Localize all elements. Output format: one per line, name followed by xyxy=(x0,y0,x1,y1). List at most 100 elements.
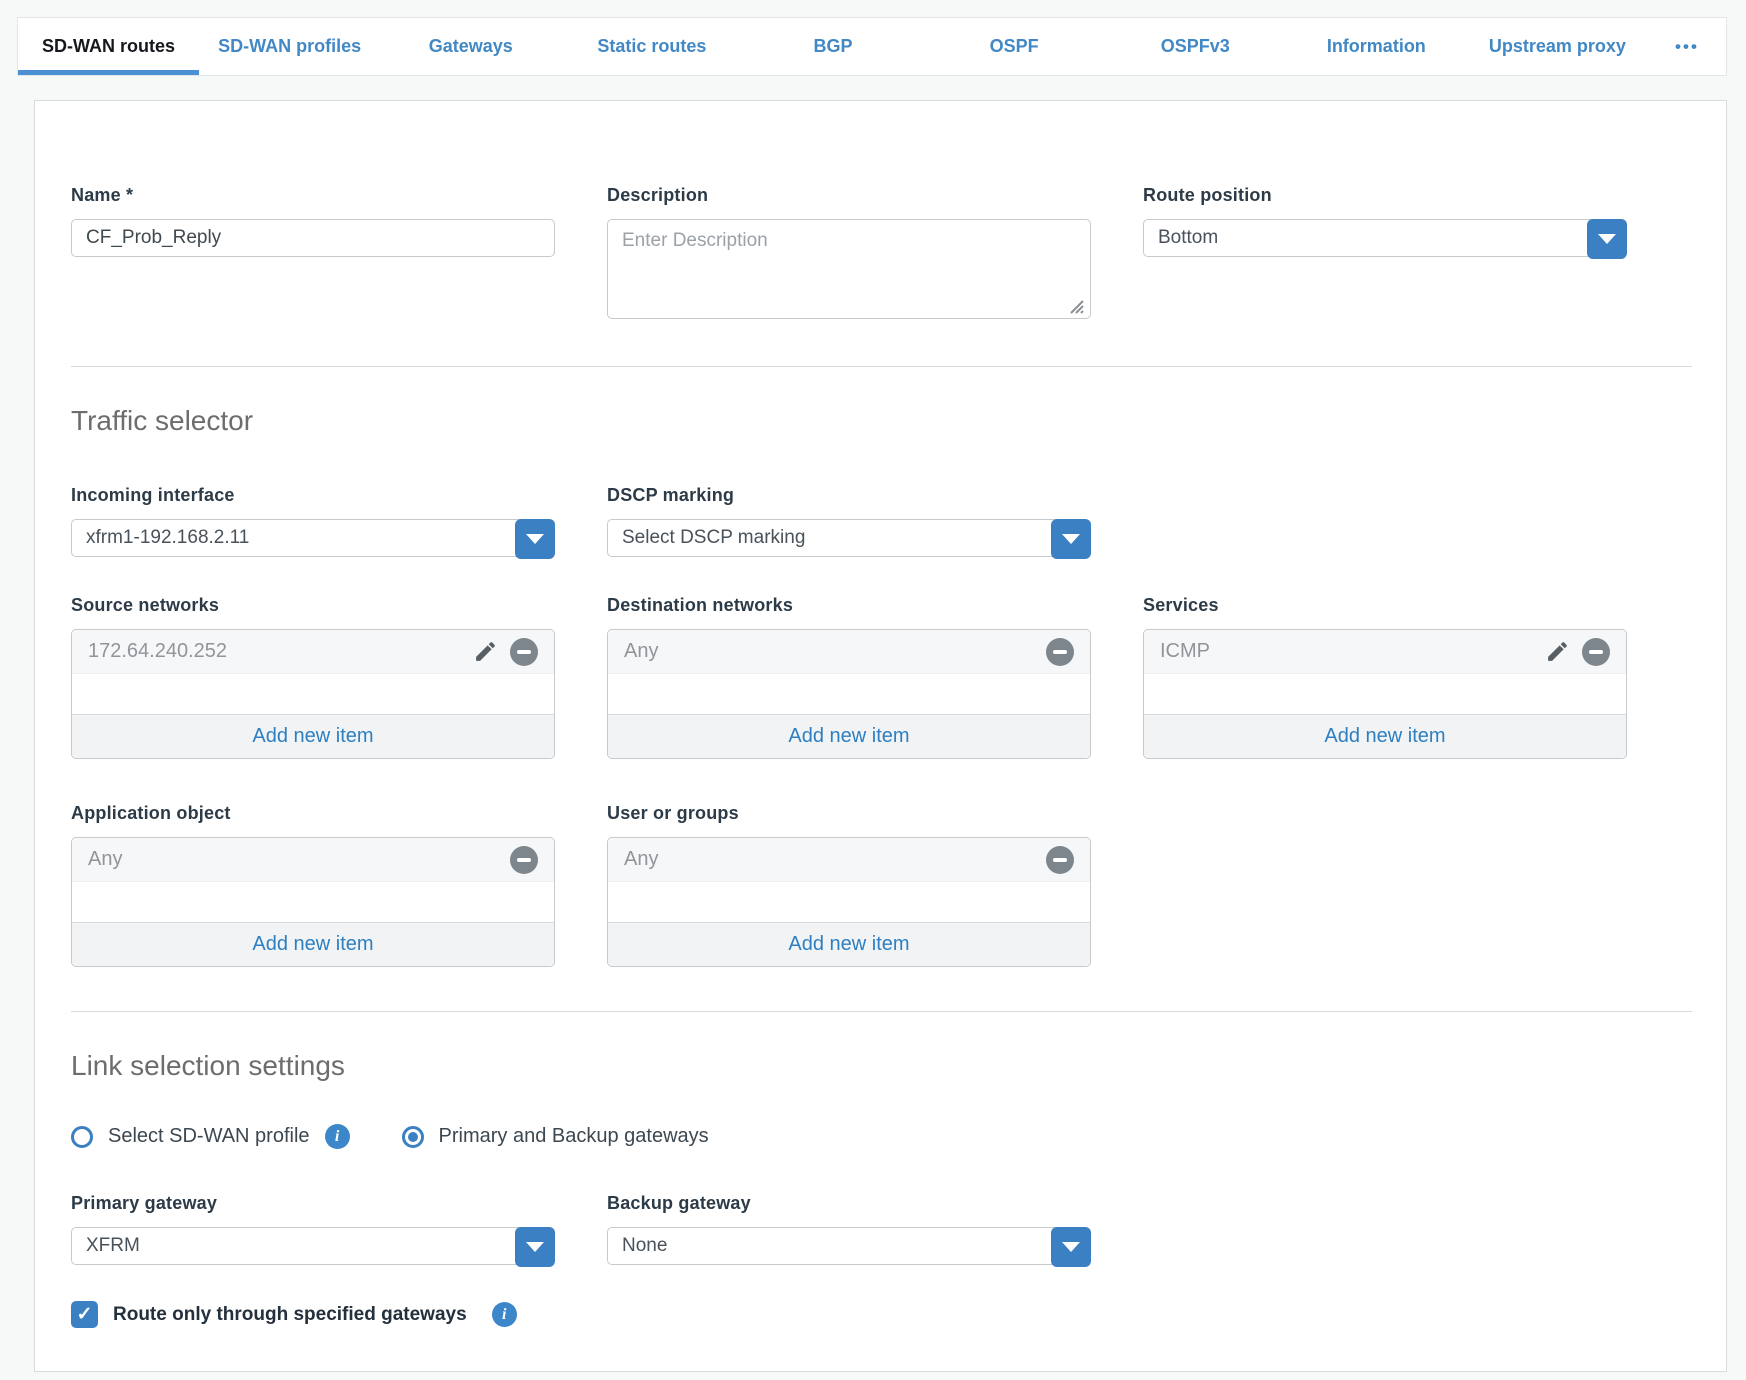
primary-gateway-label: Primary gateway xyxy=(71,1193,555,1214)
services-label: Services xyxy=(1143,595,1627,616)
backup-gateway-select[interactable]: None xyxy=(607,1227,1091,1265)
dscp-marking-field-group: DSCP marking Select DSCP marking xyxy=(607,485,1091,557)
radio-label[interactable]: Select SD-WAN profile xyxy=(108,1125,310,1148)
route-position-label: Route position xyxy=(1143,185,1627,206)
add-new-item-button[interactable]: Add new item xyxy=(608,922,1090,966)
tab-sdwan-profiles[interactable]: SD-WAN profiles xyxy=(199,18,380,75)
checkbox-route-only-gateways[interactable]: ✓ xyxy=(71,1301,98,1328)
list-empty-space xyxy=(72,882,554,922)
destination-networks-box: Any Add new item xyxy=(607,629,1091,759)
application-object-box: Any Add new item xyxy=(71,837,555,967)
tab-static-routes[interactable]: Static routes xyxy=(561,18,742,75)
backup-gateway-value: None xyxy=(622,1235,667,1257)
remove-icon[interactable] xyxy=(1046,638,1074,666)
tab-upstream-proxy[interactable]: Upstream proxy xyxy=(1467,18,1648,75)
sdwan-route-editor-page: SD-WAN routes SD-WAN profiles Gateways S… xyxy=(0,0,1746,1380)
name-label: Name * xyxy=(71,185,555,206)
radio-select-sdwan-profile[interactable]: Select SD-WAN profile i xyxy=(71,1124,350,1149)
backup-gateway-label: Backup gateway xyxy=(607,1193,1091,1214)
add-new-item-button[interactable]: Add new item xyxy=(72,714,554,758)
chevron-down-icon[interactable] xyxy=(515,1227,555,1267)
list-empty-space xyxy=(608,674,1090,714)
tab-information[interactable]: Information xyxy=(1286,18,1467,75)
tab-ospfv3[interactable]: OSPFv3 xyxy=(1105,18,1286,75)
description-label: Description xyxy=(607,185,1091,206)
chevron-down-icon[interactable] xyxy=(515,519,555,559)
info-icon[interactable]: i xyxy=(492,1302,517,1327)
more-tabs-icon[interactable]: ••• xyxy=(1648,18,1726,75)
check-icon: ✓ xyxy=(77,1303,93,1326)
link-selection-heading: Link selection settings xyxy=(71,1050,1692,1082)
edit-icon[interactable] xyxy=(473,639,498,664)
incoming-interface-value: xfrm1-192.168.2.11 xyxy=(86,527,249,549)
radio-unselected-icon[interactable] xyxy=(71,1126,93,1148)
user-or-groups-box: Any Add new item xyxy=(607,837,1091,967)
list-empty-space xyxy=(72,674,554,714)
add-new-item-button[interactable]: Add new item xyxy=(72,922,554,966)
list-item: Any xyxy=(608,838,1090,882)
services-field-group: Services ICMP Add new item xyxy=(1143,595,1627,759)
radio-selected-icon[interactable] xyxy=(402,1126,424,1148)
primary-gateway-select[interactable]: XFRM xyxy=(71,1227,555,1265)
section-divider xyxy=(71,366,1692,367)
dscp-marking-select[interactable]: Select DSCP marking xyxy=(607,519,1091,557)
edit-icon[interactable] xyxy=(1545,639,1570,664)
general-fields-row: Name * Description Route position Bottom xyxy=(71,185,1692,324)
list-item: Any xyxy=(608,630,1090,674)
application-users-row: Application object Any Add new item User… xyxy=(71,803,1692,967)
destination-networks-field-group: Destination networks Any Add new item xyxy=(607,595,1091,759)
tab-sdwan-routes[interactable]: SD-WAN routes xyxy=(18,18,199,75)
list-item-value: Any xyxy=(624,640,1046,663)
resize-handle-icon[interactable] xyxy=(1068,298,1086,316)
source-networks-label: Source networks xyxy=(71,595,555,616)
description-field-group: Description xyxy=(607,185,1091,324)
route-form-card: Name * Description Route position Bottom xyxy=(34,100,1727,1372)
gateways-row: Primary gateway XFRM Backup gateway None xyxy=(71,1193,1692,1265)
chevron-down-icon[interactable] xyxy=(1587,219,1627,259)
name-field-group: Name * xyxy=(71,185,555,257)
radio-label[interactable]: Primary and Backup gateways xyxy=(439,1125,709,1148)
source-networks-field-group: Source networks 172.64.240.252 Add new i… xyxy=(71,595,555,759)
list-item-value: 172.64.240.252 xyxy=(88,640,473,663)
application-object-label: Application object xyxy=(71,803,555,824)
incoming-interface-label: Incoming interface xyxy=(71,485,555,506)
dscp-marking-label: DSCP marking xyxy=(607,485,1091,506)
incoming-interface-select[interactable]: xfrm1-192.168.2.11 xyxy=(71,519,555,557)
route-position-select[interactable]: Bottom xyxy=(1143,219,1627,257)
section-divider xyxy=(71,1011,1692,1012)
tab-ospf[interactable]: OSPF xyxy=(924,18,1105,75)
list-item: ICMP xyxy=(1144,630,1626,674)
incoming-interface-field-group: Incoming interface xfrm1-192.168.2.11 xyxy=(71,485,555,557)
list-item: 172.64.240.252 xyxy=(72,630,554,674)
info-icon[interactable]: i xyxy=(325,1124,350,1149)
remove-icon[interactable] xyxy=(1582,638,1610,666)
tab-gateways[interactable]: Gateways xyxy=(380,18,561,75)
networks-services-row: Source networks 172.64.240.252 Add new i… xyxy=(71,595,1692,759)
list-empty-space xyxy=(1144,674,1626,714)
link-selection-radio-row: Select SD-WAN profile i Primary and Back… xyxy=(71,1124,1692,1149)
list-item-value: ICMP xyxy=(1160,640,1545,663)
name-input[interactable] xyxy=(71,219,555,257)
tab-bgp[interactable]: BGP xyxy=(742,18,923,75)
services-box: ICMP Add new item xyxy=(1143,629,1627,759)
route-only-checkbox-label[interactable]: Route only through specified gateways xyxy=(113,1304,467,1326)
radio-primary-backup-gateways[interactable]: Primary and Backup gateways xyxy=(402,1125,709,1148)
source-networks-box: 172.64.240.252 Add new item xyxy=(71,629,555,759)
interface-dscp-row: Incoming interface xfrm1-192.168.2.11 DS… xyxy=(71,485,1692,557)
route-position-field-group: Route position Bottom xyxy=(1143,185,1627,257)
remove-icon[interactable] xyxy=(1046,846,1074,874)
chevron-down-icon[interactable] xyxy=(1051,1227,1091,1267)
add-new-item-button[interactable]: Add new item xyxy=(608,714,1090,758)
backup-gateway-field-group: Backup gateway None xyxy=(607,1193,1091,1265)
add-new-item-button[interactable]: Add new item xyxy=(1144,714,1626,758)
chevron-down-icon[interactable] xyxy=(1051,519,1091,559)
list-empty-space xyxy=(608,882,1090,922)
list-item-value: Any xyxy=(88,848,510,871)
description-textarea[interactable] xyxy=(607,219,1091,319)
remove-icon[interactable] xyxy=(510,846,538,874)
remove-icon[interactable] xyxy=(510,638,538,666)
user-or-groups-field-group: User or groups Any Add new item xyxy=(607,803,1091,967)
primary-gateway-field-group: Primary gateway XFRM xyxy=(71,1193,555,1265)
traffic-selector-heading: Traffic selector xyxy=(71,405,1692,437)
application-object-field-group: Application object Any Add new item xyxy=(71,803,555,967)
